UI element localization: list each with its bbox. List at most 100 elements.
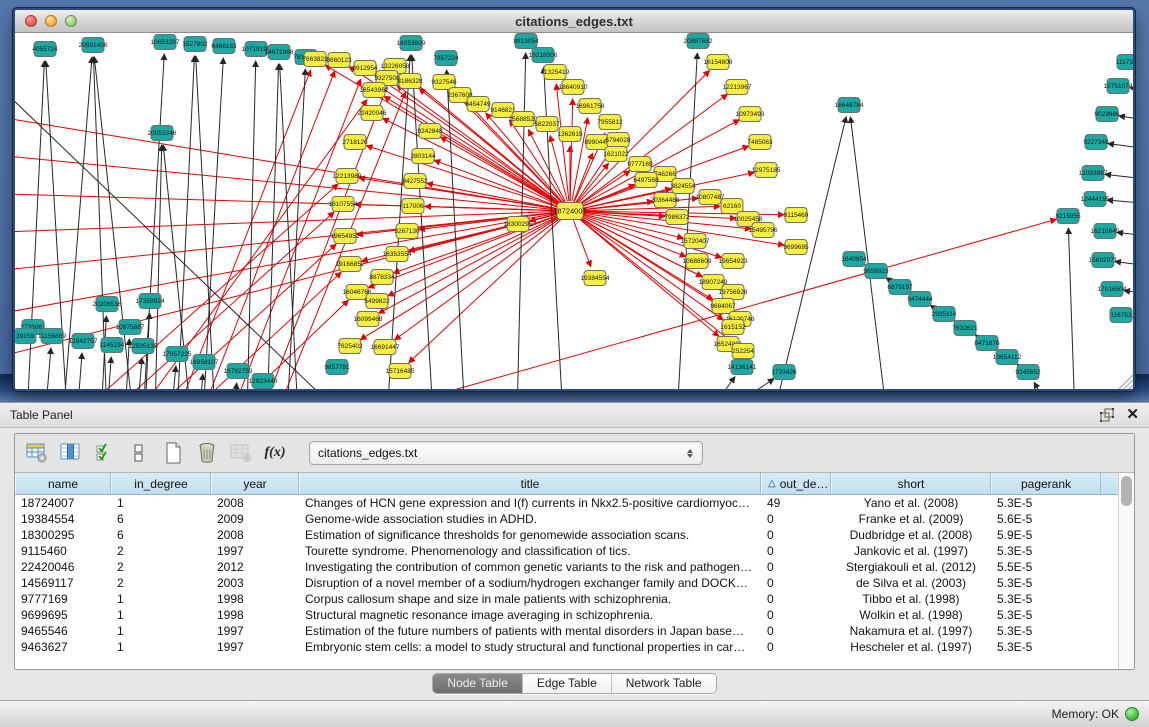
graph-edge[interactable] [409, 218, 563, 363]
table-cell-name[interactable]: 9777169 [15, 592, 111, 606]
table-cell-title[interactable]: Estimation of the future numbers of pati… [299, 624, 761, 638]
graph-node[interactable]: 9858923 [863, 264, 889, 279]
table-cell-pagerank[interactable]: 5.5E-5 [991, 560, 1101, 574]
graph-edge[interactable] [715, 379, 774, 390]
graph-edge[interactable] [1107, 200, 1133, 205]
graph-node[interactable]: 11325419 [541, 65, 570, 80]
graph-node[interactable]: 9860123 [326, 53, 352, 68]
graph-node[interactable]: 8454749 [465, 97, 491, 112]
graph-node[interactable]: 19654923 [719, 254, 748, 269]
graph-node[interactable]: 9245652 [1015, 365, 1041, 380]
graph-node[interactable]: 17016504 [1098, 282, 1127, 297]
graph-edge[interactable] [15, 73, 345, 390]
graph-node[interactable]: 2718126 [342, 135, 368, 150]
graph-edge[interactable] [1108, 144, 1133, 151]
graph-node[interactable]: 3267130 [394, 224, 420, 239]
graph-edge[interactable] [1105, 174, 1133, 181]
graph-node[interactable]: 16961758 [576, 99, 605, 114]
table-row[interactable]: 977716911998Corpus callosum shape and si… [15, 591, 1118, 607]
network-canvas[interactable]: 4055724208914061065328715278026466163107… [15, 33, 1133, 390]
resize-grip-icon[interactable] [1119, 375, 1133, 389]
table-cell-name[interactable]: 9699695 [15, 608, 111, 622]
graph-node[interactable]: 9857791 [324, 360, 350, 375]
column-header-name[interactable]: name [15, 473, 111, 494]
table-cell-pagerank[interactable]: 5.3E-5 [991, 496, 1101, 510]
table-cell-short[interactable]: Jankovic et al. (1997) [831, 544, 991, 558]
table-cell-pagerank[interactable]: 5.3E-5 [991, 624, 1101, 638]
graph-node[interactable]: 11156869 [38, 329, 66, 344]
rows-icon[interactable] [125, 439, 153, 467]
graph-node[interactable]: 16353554 [383, 247, 412, 262]
graph-node[interactable]: 10807487 [696, 190, 725, 205]
table-cell-in_degree[interactable]: 1 [111, 624, 211, 638]
table-cell-out_degree[interactable]: 0 [761, 640, 831, 654]
split-pane-handle[interactable] [566, 396, 578, 401]
table-cell-title[interactable]: Tourette syndrome. Phenomenology and cla… [299, 544, 761, 558]
graph-node[interactable]: 252254 [732, 344, 754, 359]
table-cell-pagerank[interactable]: 5.3E-5 [991, 640, 1101, 654]
graph-node[interactable]: 9474444 [907, 292, 933, 307]
graph-node[interactable]: 6879197 [887, 280, 913, 295]
table-cell-title[interactable]: Changes of HCN gene expression and I(f) … [299, 496, 761, 510]
table-cell-name[interactable]: 19384554 [15, 512, 111, 526]
graph-edge[interactable] [440, 137, 561, 206]
table-cell-in_degree[interactable]: 1 [111, 608, 211, 622]
graph-node[interactable]: 16691447 [371, 340, 400, 355]
table-cell-year[interactable]: 1997 [211, 640, 299, 654]
table-cell-year[interactable]: 1998 [211, 608, 299, 622]
graph-edge[interactable] [366, 146, 560, 208]
scrollbar-thumb[interactable] [1121, 476, 1132, 506]
column-header-year[interactable]: year [211, 473, 299, 494]
graph-node[interactable]: 15720407 [681, 234, 710, 249]
table-cell-year[interactable]: 2003 [211, 576, 299, 590]
table-cell-out_degree[interactable]: 0 [761, 592, 831, 606]
graph-node[interactable]: 22420046 [358, 106, 387, 121]
float-panel-icon[interactable] [1100, 408, 1114, 422]
graph-node[interactable]: 1733426 [771, 365, 797, 380]
graph-node[interactable]: 15495796 [749, 223, 778, 238]
table-cell-year[interactable]: 2012 [211, 560, 299, 574]
graph-edge[interactable] [573, 220, 590, 266]
graph-node[interactable]: 1117304 [1116, 55, 1133, 70]
graph-node[interactable]: 4055724 [32, 42, 58, 57]
graph-node[interactable]: 16543962 [360, 83, 389, 98]
graph-node[interactable]: 19218506 [529, 48, 558, 63]
graph-node[interactable]: 6497568 [633, 173, 659, 188]
table-cell-short[interactable]: de Silva et al. (2003) [831, 576, 991, 590]
table-cell-out_degree[interactable]: 0 [761, 544, 831, 558]
table-row[interactable]: 1938455462009Genome-wide association stu… [15, 511, 1118, 527]
graph-node[interactable]: 5822037 [534, 117, 560, 132]
graph-node[interactable]: 20206536 [93, 297, 122, 312]
graph-node[interactable]: 16782759 [224, 364, 253, 379]
table-cell-pagerank[interactable]: 5.6E-5 [991, 512, 1101, 526]
graph-edge[interactable] [233, 383, 237, 390]
graph-node[interactable]: 8427552 [402, 174, 428, 189]
table-row[interactable]: 946554611997Estimation of the future num… [15, 623, 1118, 639]
table-cell-out_degree[interactable]: 0 [761, 512, 831, 526]
graph-node-hub[interactable]: 18724007 [553, 203, 586, 220]
graph-node[interactable]: 16958107 [190, 355, 219, 370]
table-cell-name[interactable]: 9463627 [15, 640, 111, 654]
graph-edge[interactable] [155, 145, 162, 390]
table-cell-out_degree[interactable]: 49 [761, 496, 831, 510]
graph-node[interactable]: 2935114 [932, 307, 957, 322]
graph-node[interactable]: 10688609 [683, 254, 712, 269]
column-header-title[interactable]: title [299, 473, 761, 494]
graph-node[interactable]: 6794028 [605, 133, 631, 148]
table-cell-year[interactable]: 2008 [211, 496, 299, 510]
graph-node[interactable]: 8215955 [1055, 209, 1081, 224]
graph-node[interactable]: 9242848 [417, 124, 443, 139]
close-panel-icon[interactable]: ✕ [1126, 408, 1139, 422]
table-cell-in_degree[interactable]: 2 [111, 576, 211, 590]
table-row[interactable]: 1456911722003Disruption of a novel membe… [15, 575, 1118, 591]
table-cell-short[interactable]: Tibbo et al. (1998) [831, 592, 991, 606]
graph-node[interactable]: 10975887 [116, 320, 145, 335]
graph-node[interactable]: 12942757 [69, 334, 98, 349]
table-cell-name[interactable]: 18724007 [15, 496, 111, 510]
table-row[interactable]: 946362711997Embryonic stem cells: a mode… [15, 639, 1118, 655]
graph-node[interactable]: 19654952 [331, 229, 360, 244]
graph-node[interactable]: 16099468 [354, 312, 383, 327]
network-view-window[interactable]: citations_edges.txt 40557242089140610653… [13, 8, 1135, 391]
graph-node[interactable]: 2803144 [410, 149, 436, 164]
table-cell-year[interactable]: 2009 [211, 512, 299, 526]
